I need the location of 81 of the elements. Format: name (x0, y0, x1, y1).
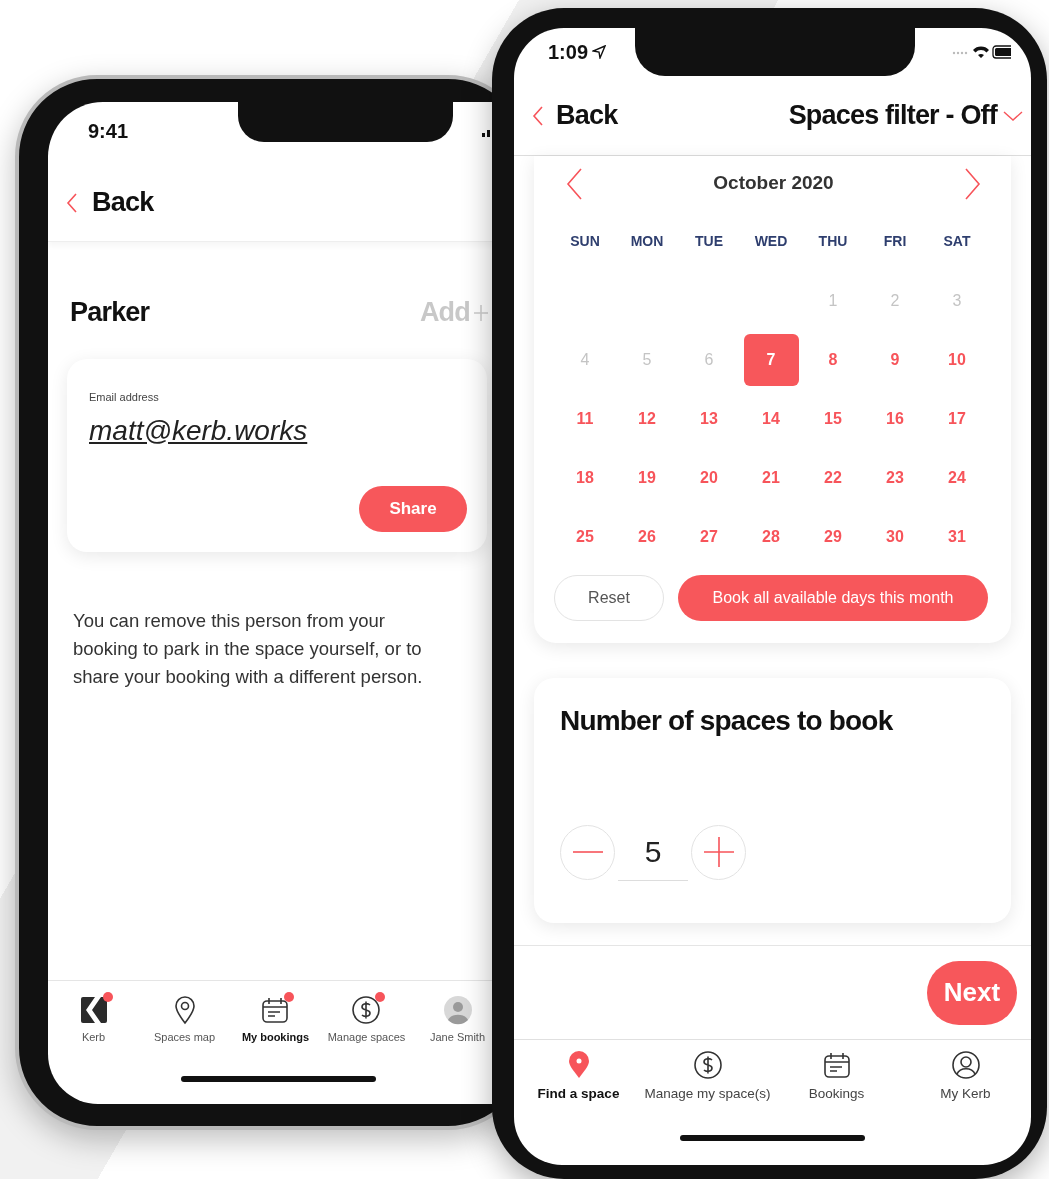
weekday-label: SUN (570, 231, 600, 251)
location-arrow-icon (592, 45, 607, 59)
next-month-button[interactable] (965, 167, 981, 200)
field-label: Email address (89, 390, 160, 405)
calendar-day[interactable]: 5 (619, 333, 675, 386)
calendar-day[interactable]: 14 (743, 392, 799, 445)
calendar-day[interactable]: 11 (557, 392, 613, 445)
tab-bar-item[interactable]: My bookings (241, 995, 310, 1046)
dollar-coin-icon (351, 995, 382, 1025)
calendar-day[interactable]: 12 (619, 392, 675, 445)
calendar-day[interactable]: 27 (681, 510, 737, 563)
info-text: You can remove this person from your booking to park in the space yourself, or to share your booking with a different person. (73, 609, 424, 689)
calendar-day[interactable]: 31 (929, 510, 985, 563)
status-time: 1:09 (548, 40, 589, 65)
card-title: Number of spaces to book (560, 704, 894, 738)
tab-bar-item[interactable]: Find a space (514, 1050, 643, 1115)
calendar-day[interactable]: 25 (557, 510, 613, 563)
tab-bar-item[interactable]: Manage my space(s) (643, 1050, 772, 1115)
weekday-label: TUE (695, 231, 723, 251)
calendar-day[interactable]: 26 (619, 510, 675, 563)
calendar-day[interactable]: 1 (805, 274, 861, 327)
calendar-day[interactable]: 23 (867, 451, 923, 504)
calendar-day[interactable]: 3 (929, 274, 985, 327)
back-chevron-icon (66, 191, 78, 214)
dollar-coin-icon (692, 1050, 723, 1080)
calendar-day[interactable]: 17 (929, 392, 985, 445)
minus-icon (572, 850, 603, 854)
chevron-right-icon (965, 167, 981, 200)
weekday-label: MON (630, 231, 664, 251)
plus-icon (703, 837, 734, 867)
calendar-day[interactable]: 6 (681, 333, 737, 386)
quantity-field[interactable]: 5 (618, 823, 688, 881)
filter-dropdown[interactable]: Spaces filter - Off (788, 95, 1023, 136)
back-chevron-icon (532, 104, 544, 127)
calendar-day[interactable]: 19 (619, 451, 675, 504)
month-title: October 2020 (713, 171, 834, 196)
calendar-day[interactable]: 20 (681, 451, 737, 504)
book-all-button[interactable]: Book all available days this month (678, 575, 988, 621)
calendar-icon (821, 1050, 852, 1080)
calendar-icon (260, 995, 291, 1025)
person-name: Parker (70, 296, 150, 330)
weekday-label: SAT (943, 231, 971, 251)
calendar-day[interactable]: 30 (867, 510, 923, 563)
share-button[interactable]: Share (359, 486, 467, 532)
calendar-day[interactable]: 9 (867, 333, 923, 386)
user-circle-icon (950, 1050, 981, 1080)
caret-down-icon (1003, 109, 1023, 122)
email-value: matt@kerb.works (89, 413, 309, 448)
calendar-day[interactable]: 7 (743, 333, 799, 386)
kerb-logo-icon (78, 995, 109, 1025)
back-button[interactable]: Back (532, 95, 618, 136)
status-time: 9:41 (88, 119, 129, 144)
calendar-day[interactable]: 16 (867, 392, 923, 445)
calendar-day[interactable]: 22 (805, 451, 861, 504)
calendar-day[interactable]: 21 (743, 451, 799, 504)
tab-bar-item[interactable]: Kerb (78, 995, 109, 1046)
calendar-day[interactable]: 15 (805, 392, 861, 445)
weekday-label: THU (818, 231, 848, 251)
calendar-day[interactable]: 18 (557, 451, 613, 504)
plus-icon (474, 302, 488, 323)
next-button[interactable]: Next (927, 960, 1017, 1025)
calendar-day[interactable]: 8 (805, 333, 861, 386)
calendar-day[interactable]: 29 (805, 510, 861, 563)
calendar-day[interactable]: 28 (743, 510, 799, 563)
back-button[interactable]: Back (66, 182, 154, 223)
calendar-day[interactable]: 24 (929, 451, 985, 504)
tab-bar-item[interactable]: Jane Smith (430, 995, 485, 1046)
tab-bar-item[interactable]: Bookings (772, 1050, 901, 1115)
weekday-label: FRI (883, 231, 907, 251)
reset-button[interactable]: Reset (554, 575, 664, 621)
tab-bar-item[interactable]: Spaces map (153, 995, 216, 1046)
avatar-icon (442, 995, 473, 1025)
previous-month-button[interactable] (566, 167, 582, 200)
chevron-left-icon (566, 167, 582, 200)
calendar-day[interactable]: 4 (557, 333, 613, 386)
calendar-day[interactable]: 10 (929, 333, 985, 386)
tab-bar-item[interactable]: My Kerb (901, 1050, 1030, 1115)
calendar-day[interactable]: 2 (867, 274, 923, 327)
calendar-day[interactable]: 13 (681, 392, 737, 445)
weekday-label: WED (754, 231, 788, 251)
tab-bar-item[interactable]: Manage spaces (327, 995, 406, 1046)
